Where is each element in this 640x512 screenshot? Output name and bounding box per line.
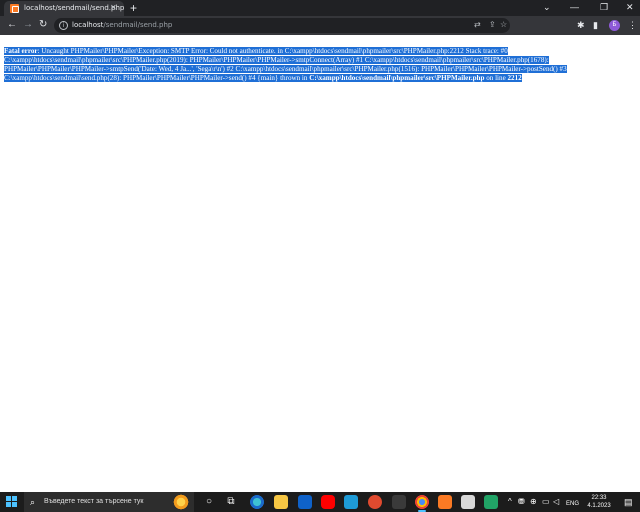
reload-button[interactable]: ↻ bbox=[39, 19, 47, 31]
clock-date: 4.1.2023 bbox=[587, 503, 611, 509]
network-icon[interactable]: ⊕ bbox=[530, 496, 537, 508]
menu-kebab-icon[interactable]: ⋮ bbox=[628, 19, 637, 31]
tab-strip: localhost/sendmail/send.php ✕ + ⌄ — ❐ ✕ bbox=[0, 0, 640, 16]
mail-app-icon[interactable] bbox=[344, 495, 358, 509]
minimize-button[interactable]: — bbox=[570, 1, 579, 13]
cortana-icon[interactable]: ○ bbox=[202, 495, 216, 509]
address-bar[interactable]: i localhost/sendmail/send.php ⇄ ⇪ ☆ bbox=[54, 18, 510, 33]
search-placeholder: Въведете текст за търсене тук bbox=[44, 498, 144, 505]
store-icon[interactable] bbox=[298, 495, 312, 509]
windows-start-icon[interactable] bbox=[6, 496, 18, 508]
bookmark-star-icon[interactable]: ☆ bbox=[500, 20, 507, 30]
new-tab-button[interactable]: + bbox=[130, 1, 137, 15]
clock-time: 22:33 bbox=[591, 495, 607, 501]
php-fatal-error-text: Fatal error: Uncaught PHPMailer\PHPMaile… bbox=[4, 47, 607, 83]
opera-icon[interactable] bbox=[368, 495, 382, 509]
tray-chevron-icon[interactable]: ^ bbox=[508, 496, 512, 508]
site-info-icon[interactable]: i bbox=[59, 21, 68, 30]
back-button[interactable]: ← bbox=[7, 19, 17, 31]
side-panel-icon[interactable]: ▮ bbox=[593, 19, 598, 31]
edge-icon[interactable] bbox=[250, 495, 264, 509]
xampp-favicon-icon bbox=[10, 4, 19, 13]
chrome-icon[interactable] bbox=[415, 495, 429, 509]
tray-app-icon[interactable]: ⛃ bbox=[518, 496, 525, 508]
browser-tab[interactable]: localhost/sendmail/send.php ✕ bbox=[4, 1, 124, 16]
error-file: C:\xampp\htdocs\sendmail\phpmailer\src\P… bbox=[309, 74, 485, 82]
file-explorer-icon[interactable] bbox=[274, 495, 288, 509]
share-icon[interactable]: ⇪ bbox=[489, 20, 496, 30]
taskbar-search-box[interactable]: ⌕ Въведете текст за търсене тук bbox=[24, 492, 194, 512]
game-app-icon[interactable] bbox=[392, 495, 406, 509]
translate-icon[interactable]: ⇄ bbox=[474, 20, 481, 30]
browser-toolbar: ← → ↻ i localhost/sendmail/send.php ⇄ ⇪ … bbox=[0, 16, 640, 35]
profile-avatar[interactable]: Б bbox=[609, 20, 620, 31]
battery-icon[interactable]: ▭ bbox=[542, 496, 550, 508]
volume-icon[interactable]: ◁ bbox=[553, 496, 559, 508]
restore-button[interactable]: ❐ bbox=[600, 1, 608, 13]
close-window-button[interactable]: ✕ bbox=[626, 1, 634, 13]
error-line: 2212 bbox=[507, 74, 522, 82]
extensions-icon[interactable]: ✱ bbox=[577, 19, 585, 31]
forward-button[interactable]: → bbox=[23, 19, 33, 31]
tab-close-icon[interactable]: ✕ bbox=[110, 3, 117, 13]
notepad-icon[interactable] bbox=[461, 495, 475, 509]
notification-icon[interactable]: ▤ bbox=[624, 497, 633, 507]
search-icon: ⌕ bbox=[30, 497, 36, 507]
search-highlight-icon bbox=[172, 494, 190, 510]
error-label: Fatal error bbox=[4, 47, 38, 55]
task-view-icon[interactable]: ⧉ bbox=[224, 495, 238, 509]
windows-taskbar: ⌕ Въведете текст за търсене тук ○ ⧉ ^ ⛃ … bbox=[0, 492, 640, 512]
xampp-icon[interactable] bbox=[438, 495, 452, 509]
excel-icon[interactable] bbox=[484, 495, 498, 509]
taskbar-clock[interactable]: 22:33 4.1.2023 bbox=[585, 494, 613, 510]
url-text[interactable]: localhost/sendmail/send.php bbox=[72, 21, 172, 29]
youtube-icon[interactable] bbox=[321, 495, 335, 509]
language-indicator[interactable]: ENG bbox=[566, 498, 579, 510]
page-content: Fatal error: Uncaught PHPMailer\PHPMaile… bbox=[0, 35, 640, 492]
on-line-text: on line bbox=[484, 74, 508, 82]
tab-search-icon[interactable]: ⌄ bbox=[543, 1, 551, 13]
